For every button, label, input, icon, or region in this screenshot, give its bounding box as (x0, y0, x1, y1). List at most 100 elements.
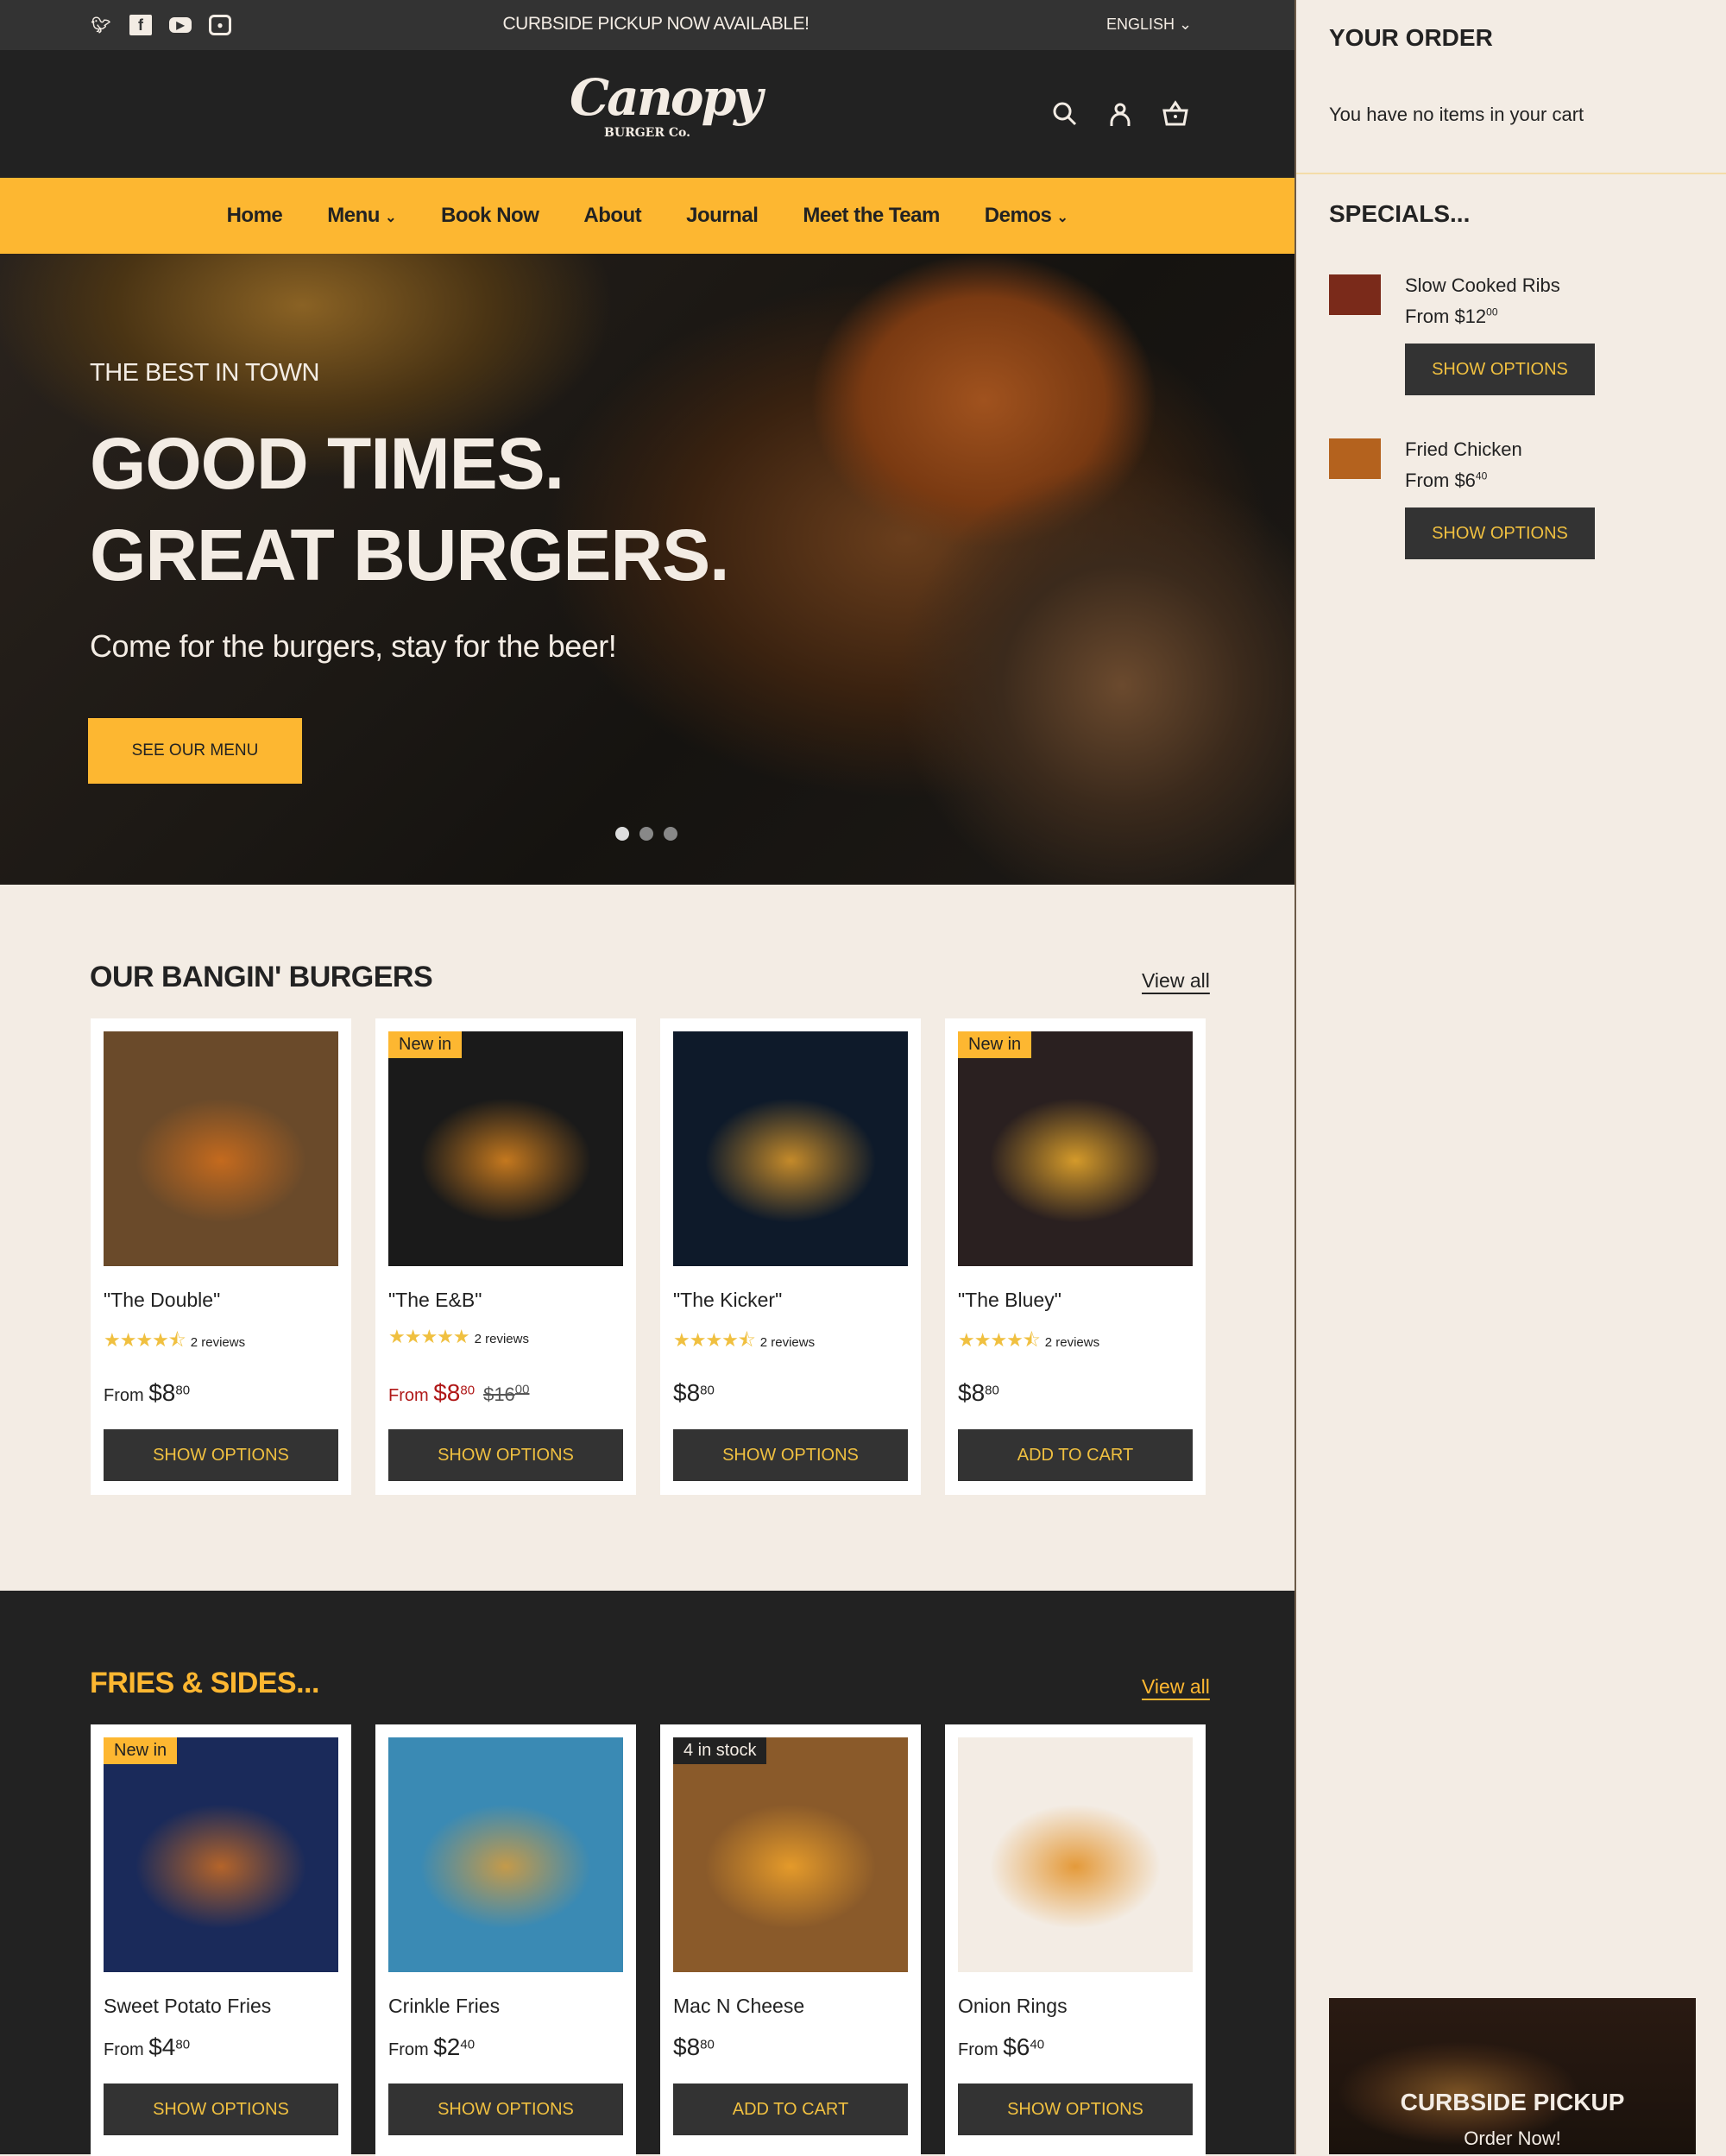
product-image[interactable] (388, 1031, 623, 1266)
curbside-pickup-banner[interactable]: CURBSIDE PICKUP Order Now! (1329, 1998, 1696, 2154)
review-count: 2 reviews (190, 1335, 246, 1350)
logo-subtitle: BURGER Co. (604, 126, 690, 140)
price-dollars: $8 (958, 1379, 986, 1406)
price-cents: 80 (175, 1383, 191, 1398)
star-rating: ★★★★⯪ 2 reviews (673, 1329, 816, 1351)
compare-dollars: $16 (483, 1384, 515, 1405)
price-prefix: From (104, 1386, 144, 1405)
product-card: New in Sweet Potato Fries From $480 SHOW OP… (91, 1724, 351, 2156)
banner-subtitle: Order Now! (1464, 2128, 1561, 2149)
review-count: 2 reviews (759, 1335, 816, 1350)
slide-dot-2[interactable] (639, 827, 653, 841)
cart-basket-icon[interactable] (1162, 100, 1189, 128)
show-options-button[interactable]: SHOW OPTIONS (1405, 507, 1595, 559)
product-card: Onion Rings From $640 SHOW OPTIONS (945, 1724, 1206, 2156)
product-card: Crinkle Fries From $240 SHOW OPTIONS (375, 1724, 636, 2156)
product-price: $880 (958, 1379, 999, 1407)
product-price: $880 (673, 2033, 715, 2061)
site-header: Canopy BURGER Co. (0, 50, 1294, 178)
product-name[interactable]: Onion Rings (958, 1995, 1068, 2018)
hero-heading: GOOD TIMES. GREAT BURGERS. (90, 418, 729, 601)
show-options-button[interactable]: SHOW OPTIONS (388, 1429, 623, 1481)
product-image[interactable] (958, 1031, 1193, 1266)
compare-price: $1600 (483, 1382, 530, 1405)
add-to-cart-button[interactable]: ADD TO CART (958, 1429, 1193, 1481)
specials-title: SPECIALS... (1329, 200, 1471, 227)
slide-dots (615, 827, 677, 841)
view-all-link[interactable]: View all (1142, 1675, 1210, 1699)
nav-demos-label: Demos (984, 204, 1052, 227)
nav-meet-the-team[interactable]: Meet the Team (803, 204, 940, 228)
price-main: From $6 (1405, 470, 1476, 491)
special-name[interactable]: Fried Chicken (1405, 438, 1522, 461)
product-card: New in "The E&B" ★★★★★ 2 reviews From $880 $1… (375, 1018, 636, 1495)
product-name[interactable]: Mac N Cheese (673, 1995, 804, 2018)
hero-tagline: Come for the burgers, stay for the beer! (90, 628, 617, 664)
logo[interactable]: Canopy BURGER Co. (570, 68, 763, 140)
product-price: From $640 (958, 2033, 1044, 2061)
main-nav: Home Menu ⌄ Book Now About Journal Meet … (0, 178, 1294, 254)
product-card: New in "The Bluey" ★★★★⯪ 2 reviews $880 ADD T… (945, 1018, 1206, 1495)
price-main: From $12 (1405, 306, 1487, 327)
view-all-link[interactable]: View all (1142, 969, 1210, 993)
product-image[interactable] (104, 1737, 338, 1972)
show-options-button[interactable]: SHOW OPTIONS (958, 2084, 1193, 2135)
product-image[interactable] (673, 1031, 908, 1266)
price-cents: 40 (1030, 2037, 1045, 2052)
product-name[interactable]: "The Bluey" (958, 1289, 1061, 1312)
language-selector[interactable]: ENGLISH ⌄ (1106, 16, 1192, 34)
product-name[interactable]: "The E&B" (388, 1289, 482, 1312)
hero-heading-line2: GREAT BURGERS. (90, 514, 729, 596)
price-dollars: $8 (673, 1379, 701, 1406)
product-image[interactable] (958, 1737, 1193, 1972)
show-options-button[interactable]: SHOW OPTIONS (388, 2084, 623, 2135)
price-dollars: $2 (433, 2033, 461, 2060)
product-image[interactable] (104, 1031, 338, 1266)
announcement-bar: 🐦︎ f ▶ ● CURBSIDE PICKUP NOW AVAILABLE! … (0, 0, 1294, 50)
hero-kicker: THE BEST IN TOWN (90, 359, 319, 387)
product-name[interactable]: Crinkle Fries (388, 1995, 500, 2018)
price-prefix: From (388, 1386, 429, 1405)
price-dollars: $8 (673, 2033, 701, 2060)
nav-journal[interactable]: Journal (686, 204, 759, 228)
price-prefix: From (104, 2040, 144, 2059)
special-name[interactable]: Slow Cooked Ribs (1405, 274, 1560, 297)
product-name[interactable]: "The Kicker" (673, 1289, 782, 1312)
special-price: From $1200 (1405, 306, 1498, 328)
chevron-down-icon: ⌄ (1179, 16, 1193, 33)
nav-home[interactable]: Home (227, 204, 283, 228)
special-thumbnail[interactable] (1329, 274, 1381, 315)
product-card: 4 in stock Mac N Cheese $880 ADD TO CART (660, 1724, 921, 2156)
product-name[interactable]: Sweet Potato Fries (104, 1995, 271, 2018)
product-image[interactable] (388, 1737, 623, 1972)
nav-menu-label: Menu (327, 204, 380, 227)
show-options-button[interactable]: SHOW OPTIONS (104, 1429, 338, 1481)
account-icon[interactable] (1106, 100, 1134, 128)
nav-demos[interactable]: Demos ⌄ (985, 204, 1068, 228)
slide-dot-3[interactable] (664, 827, 677, 841)
add-to-cart-button[interactable]: ADD TO CART (673, 2084, 908, 2135)
star-rating: ★★★★★ 2 reviews (388, 1326, 529, 1347)
slide-dot-1[interactable] (615, 827, 629, 841)
logo-script: Canopy (570, 68, 763, 127)
see-menu-button[interactable]: SEE OUR MENU (88, 718, 302, 784)
special-thumbnail[interactable] (1329, 438, 1381, 479)
show-options-button[interactable]: SHOW OPTIONS (1405, 344, 1595, 395)
chevron-down-icon: ⌄ (1056, 211, 1068, 225)
search-icon[interactable] (1051, 100, 1079, 128)
language-label: ENGLISH (1106, 16, 1175, 33)
nav-book-now[interactable]: Book Now (441, 204, 539, 228)
price-cents: 80 (175, 2037, 191, 2052)
nav-menu[interactable]: Menu ⌄ (327, 204, 396, 228)
show-options-button[interactable]: SHOW OPTIONS (673, 1429, 908, 1481)
price-prefix: From (388, 2040, 429, 2059)
sides-section: FRIES & SIDES... View all New in Sweet Po… (0, 1591, 1294, 2156)
banner-title: CURBSIDE PICKUP (1400, 2089, 1625, 2115)
product-image[interactable] (673, 1737, 908, 1972)
compare-cents: 00 (514, 1382, 530, 1397)
product-name[interactable]: "The Double" (104, 1289, 220, 1312)
nav-about[interactable]: About (583, 204, 641, 228)
show-options-button[interactable]: SHOW OPTIONS (104, 2084, 338, 2135)
product-price: From $240 (388, 2033, 475, 2061)
hero-slideshow: THE BEST IN TOWN GOOD TIMES. GREAT BURGER… (0, 254, 1294, 885)
